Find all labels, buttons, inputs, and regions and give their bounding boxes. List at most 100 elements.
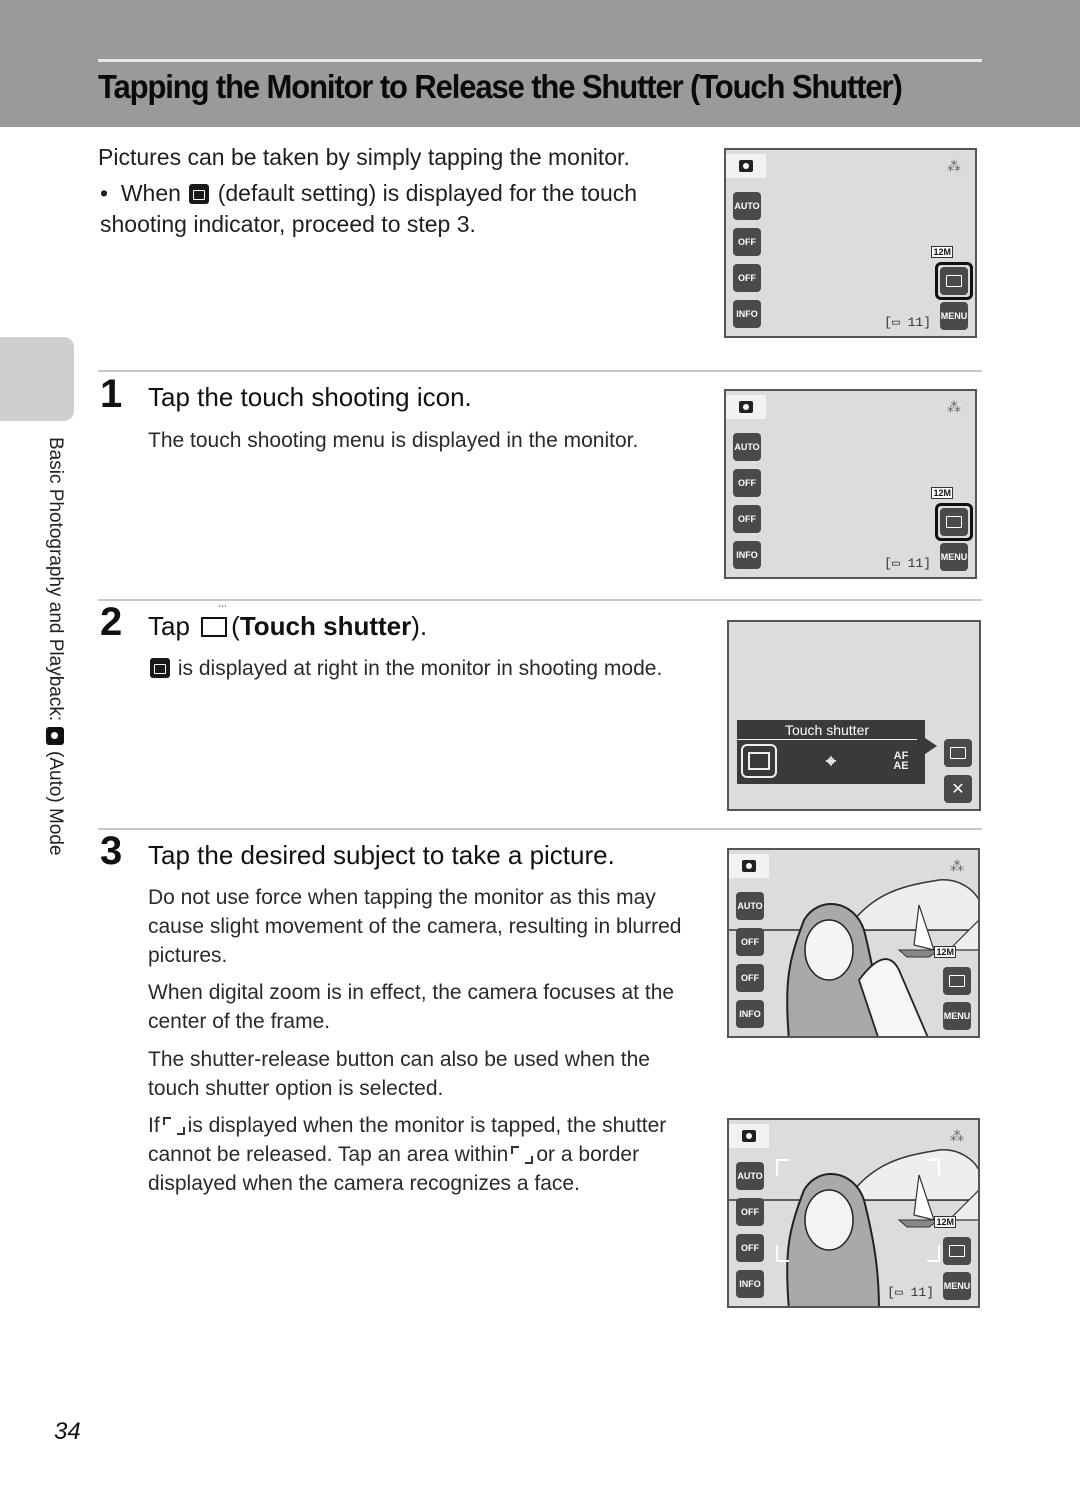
chapter-label-text: Basic Photography and Playback: xyxy=(45,437,66,722)
touch-shooting-button[interactable] xyxy=(943,967,971,995)
focus-note-text: If xyxy=(148,1114,160,1137)
shooting-mode-indicator xyxy=(726,154,766,178)
page-number: 34 xyxy=(54,1418,81,1445)
step-title-text: Tap xyxy=(148,611,190,641)
vibration-reduction-icon: ⁂ xyxy=(947,158,961,174)
menu-pointer xyxy=(925,738,937,754)
touch-shooting-icon xyxy=(950,747,966,759)
step-title: Tap the desired subject to take a pictur… xyxy=(148,840,615,870)
macro-button[interactable]: OFF xyxy=(733,505,761,533)
touch-shooting-icon xyxy=(150,658,170,678)
header-band xyxy=(0,0,1080,127)
flash-auto-button[interactable]: AUTO xyxy=(736,1162,764,1190)
step-divider xyxy=(98,828,982,830)
touch-shooting-button[interactable] xyxy=(944,739,972,767)
step-text: is displayed at right in the monitor in … xyxy=(148,654,662,683)
touch-shutter-icon xyxy=(201,603,228,637)
bullet-text-start: When xyxy=(120,180,181,206)
macro-button[interactable]: OFF xyxy=(733,264,761,292)
info-button[interactable]: INFO xyxy=(733,300,761,328)
image-size-badge: 12M xyxy=(934,1216,956,1228)
chapter-tab xyxy=(0,337,74,421)
touch-shooting-icon xyxy=(949,1245,965,1257)
monitor-tap-subject: ⁂ AUTO OFF OFF INFO 12M MENU xyxy=(727,848,980,1038)
monitor-preview-intro: ⁂ AUTO OFF OFF INFO 12M MENU [▭ 11] xyxy=(724,148,977,338)
flash-auto-button[interactable]: AUTO xyxy=(736,892,764,920)
touch-menu-title: Touch shutter xyxy=(737,722,917,740)
touch-shooting-button[interactable] xyxy=(940,508,968,536)
touch-shooting-button[interactable] xyxy=(943,1237,971,1265)
macro-button[interactable]: OFF xyxy=(736,1234,764,1262)
touch-shutter-icon xyxy=(748,752,770,770)
step-text: Do not use force when tapping the monito… xyxy=(148,886,682,967)
touch-shooting-button[interactable] xyxy=(940,267,968,295)
vibration-reduction-icon: ⁂ xyxy=(950,1128,964,1144)
step-divider xyxy=(98,599,982,601)
camera-icon xyxy=(739,160,753,172)
header-rule xyxy=(98,59,982,62)
step-divider xyxy=(98,370,982,372)
info-button[interactable]: INFO xyxy=(736,1000,764,1028)
intro-text: Pictures can be taken by simply tapping … xyxy=(98,144,630,170)
shots-remaining: [▭ 11] xyxy=(884,315,931,330)
touch-shutter-option[interactable] xyxy=(741,744,777,778)
focus-note: If is displayed when the monitor is tappe… xyxy=(148,1111,693,1198)
step-title: Tap (Touch shutter). xyxy=(148,603,428,642)
monitor-focus-area: ⁂ AUTO OFF OFF INFO 12M MENU [▭ 11] xyxy=(727,1118,980,1308)
touch-shutter-menu: Touch shutter ⌖ AF AE xyxy=(737,720,925,784)
macro-button[interactable]: OFF xyxy=(736,964,764,992)
touch-shooting-icon xyxy=(949,975,965,987)
self-timer-button[interactable]: OFF xyxy=(736,928,764,956)
af-ae-option[interactable]: AF AE xyxy=(883,744,919,778)
subject-tracking-option[interactable]: ⌖ xyxy=(813,744,849,778)
chapter-label-mode: (Auto) Mode xyxy=(45,751,66,856)
image-size-badge: 12M xyxy=(934,946,956,958)
self-timer-button[interactable]: OFF xyxy=(733,228,761,256)
step-title-paren: ( xyxy=(231,611,240,641)
step-number: 1 xyxy=(100,372,123,416)
info-button[interactable]: INFO xyxy=(736,1270,764,1298)
vibration-reduction-icon: ⁂ xyxy=(950,858,964,874)
touch-shooting-icon xyxy=(946,516,962,528)
focus-area-bracket-icon xyxy=(511,1146,534,1164)
focus-area-bracket-icon xyxy=(162,1117,185,1135)
step-text: The shutter-release button can also be u… xyxy=(148,1048,650,1100)
shooting-mode-indicator xyxy=(729,1124,769,1148)
self-timer-button[interactable]: OFF xyxy=(733,469,761,497)
touch-shooting-icon xyxy=(946,275,962,287)
monitor-touch-menu: Touch shutter ⌖ AF AE ✕ xyxy=(727,620,981,811)
shots-remaining: [▭ 11] xyxy=(887,1285,934,1300)
step-title: Tap the touch shooting icon. xyxy=(148,382,472,412)
bullet-dot: • xyxy=(100,180,121,206)
step-text-content: is displayed at right in the monitor in … xyxy=(177,657,663,680)
flash-auto-button[interactable]: AUTO xyxy=(733,192,761,220)
camera-icon xyxy=(739,401,753,413)
image-size-badge: 12M xyxy=(931,246,953,258)
monitor-preview-step1: ⁂ AUTO OFF OFF INFO 12M MENU [▭ 11] xyxy=(724,389,977,579)
camera-icon xyxy=(742,1130,756,1142)
menu-button[interactable]: MENU xyxy=(940,302,968,330)
close-button[interactable]: ✕ xyxy=(944,775,972,803)
camera-auto-icon xyxy=(46,727,64,746)
step-text: When digital zoom is in effect, the came… xyxy=(148,981,675,1033)
step-number: 2 xyxy=(100,600,123,644)
step-title-paren: ). xyxy=(411,611,428,641)
touch-shooting-icon xyxy=(189,184,210,204)
chapter-label: Basic Photography and Playback: (Auto) M… xyxy=(44,437,66,856)
menu-button[interactable]: MENU xyxy=(943,1002,971,1030)
page-title: Tapping the Monitor to Release the Shutt… xyxy=(98,68,903,105)
flash-auto-button[interactable]: AUTO xyxy=(733,433,761,461)
menu-button[interactable]: MENU xyxy=(940,543,968,571)
menu-button[interactable]: MENU xyxy=(943,1272,971,1300)
bullet-text-end: (default setting) is displayed for the t… xyxy=(100,180,638,237)
step-number: 3 xyxy=(100,829,123,873)
image-size-badge: 12M xyxy=(931,487,953,499)
step-title-bold: Touch shutter xyxy=(239,611,412,641)
info-button[interactable]: INFO xyxy=(733,541,761,569)
intro-bullet: • When (default setting) is displayed fo… xyxy=(100,178,690,240)
shooting-mode-indicator xyxy=(726,395,766,419)
self-timer-button[interactable]: OFF xyxy=(736,1198,764,1226)
camera-icon xyxy=(742,860,756,872)
vibration-reduction-icon: ⁂ xyxy=(947,399,961,415)
shots-remaining: [▭ 11] xyxy=(884,556,931,571)
